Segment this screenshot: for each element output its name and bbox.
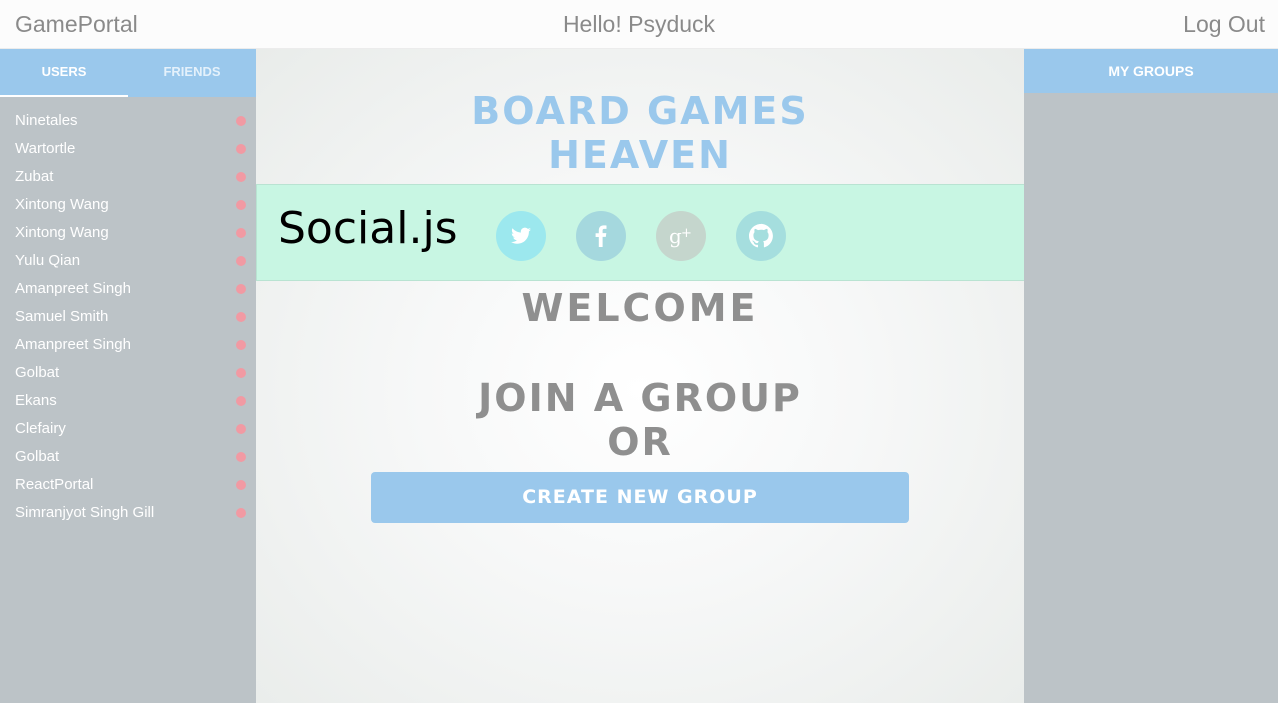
status-dot-icon xyxy=(236,480,246,490)
github-icon xyxy=(749,223,773,248)
status-dot-icon xyxy=(236,284,246,294)
status-dot-icon xyxy=(236,452,246,462)
tab-friends[interactable]: FRIENDS xyxy=(128,49,256,97)
github-share-button[interactable] xyxy=(736,211,786,261)
user-list-item[interactable]: Wartortle xyxy=(0,135,256,163)
user-name: Samuel Smith xyxy=(15,308,109,325)
page-title: BOARD GAMES HEAVEN xyxy=(256,89,1024,177)
status-dot-icon xyxy=(236,200,246,210)
status-dot-icon xyxy=(236,368,246,378)
status-dot-icon xyxy=(236,508,246,518)
user-list-item[interactable]: Zubat xyxy=(0,163,256,191)
google-plus-icon: g + xyxy=(669,224,692,248)
status-dot-icon xyxy=(236,116,246,126)
user-list-item[interactable]: Golbat xyxy=(0,359,256,387)
social-share-bar: Social.js g + xyxy=(256,184,1026,281)
sidebar-tabs: USERS FRIENDS xyxy=(0,49,256,97)
brand-link[interactable]: GamePortal xyxy=(15,11,138,38)
facebook-share-button[interactable] xyxy=(576,211,626,261)
user-list-item[interactable]: Amanpreet Singh xyxy=(0,275,256,303)
status-dot-icon xyxy=(236,396,246,406)
status-dot-icon xyxy=(236,228,246,238)
user-list-item[interactable]: Amanpreet Singh xyxy=(0,331,256,359)
welcome-heading: WELCOME xyxy=(521,286,759,330)
user-name: ReactPortal xyxy=(15,476,94,493)
user-name: Amanpreet Singh xyxy=(15,336,131,353)
status-dot-icon xyxy=(236,144,246,154)
user-name: Golbat xyxy=(15,448,60,465)
status-dot-icon xyxy=(236,312,246,322)
status-dot-icon xyxy=(236,340,246,350)
logout-button[interactable]: Log Out xyxy=(1183,11,1265,38)
user-list-item[interactable]: Yulu Qian xyxy=(0,247,256,275)
user-list-item[interactable]: Samuel Smith xyxy=(0,303,256,331)
status-dot-icon xyxy=(236,424,246,434)
svg-text:+: + xyxy=(681,226,692,241)
user-name: Simranjyot Singh Gill xyxy=(15,504,155,521)
twitter-share-button[interactable] xyxy=(496,211,546,261)
user-list-item[interactable]: Simranjyot Singh Gill xyxy=(0,499,256,527)
twitter-icon xyxy=(510,227,531,244)
my-groups-tab[interactable]: MY GROUPS xyxy=(1024,49,1278,93)
main-content: BOARD GAMES HEAVEN Social.js g + WELCOME xyxy=(256,49,1026,703)
user-list-item[interactable]: Clefairy xyxy=(0,415,256,443)
google-plus-share-button[interactable]: g + xyxy=(656,211,706,261)
join-line-2: OR xyxy=(607,420,673,464)
greeting-text: Hello! Psyduck xyxy=(562,11,716,37)
create-new-group-button[interactable]: CREATE NEW GROUP xyxy=(371,472,909,523)
top-bar: GamePortal Hello! Psyduck Log Out xyxy=(0,0,1278,49)
user-name: Clefairy xyxy=(15,420,66,437)
social-label: Social.js xyxy=(278,203,458,254)
users-sidebar: USERS FRIENDS Ninetales Wartortle Zubat … xyxy=(0,49,256,703)
user-name: Amanpreet Singh xyxy=(15,280,131,297)
user-name: Ekans xyxy=(15,392,57,409)
groups-panel: MY GROUPS xyxy=(1024,49,1278,703)
user-name: Xintong Wang xyxy=(15,196,109,213)
user-list: Ninetales Wartortle Zubat Xintong Wang X… xyxy=(0,97,256,527)
join-group-heading: JOIN A GROUP OR xyxy=(256,376,1024,464)
user-name: Ninetales xyxy=(15,112,78,129)
title-line-2: HEAVEN xyxy=(548,133,732,177)
user-list-item[interactable]: ReactPortal xyxy=(0,471,256,499)
tab-users[interactable]: USERS xyxy=(0,49,128,97)
status-dot-icon xyxy=(236,172,246,182)
join-line-1: JOIN A GROUP xyxy=(478,376,802,420)
title-line-1: BOARD GAMES xyxy=(471,89,809,133)
user-list-item[interactable]: Ninetales xyxy=(0,107,256,135)
user-list-item[interactable]: Xintong Wang xyxy=(0,219,256,247)
status-dot-icon xyxy=(236,256,246,266)
facebook-icon xyxy=(595,225,607,247)
user-name: Golbat xyxy=(15,364,60,381)
user-name: Yulu Qian xyxy=(15,252,81,269)
user-list-item[interactable]: Golbat xyxy=(0,443,256,471)
user-name: Xintong Wang xyxy=(15,224,109,241)
user-list-item[interactable]: Xintong Wang xyxy=(0,191,256,219)
user-name: Wartortle xyxy=(15,140,76,157)
user-name: Zubat xyxy=(15,168,54,185)
user-list-item[interactable]: Ekans xyxy=(0,387,256,415)
